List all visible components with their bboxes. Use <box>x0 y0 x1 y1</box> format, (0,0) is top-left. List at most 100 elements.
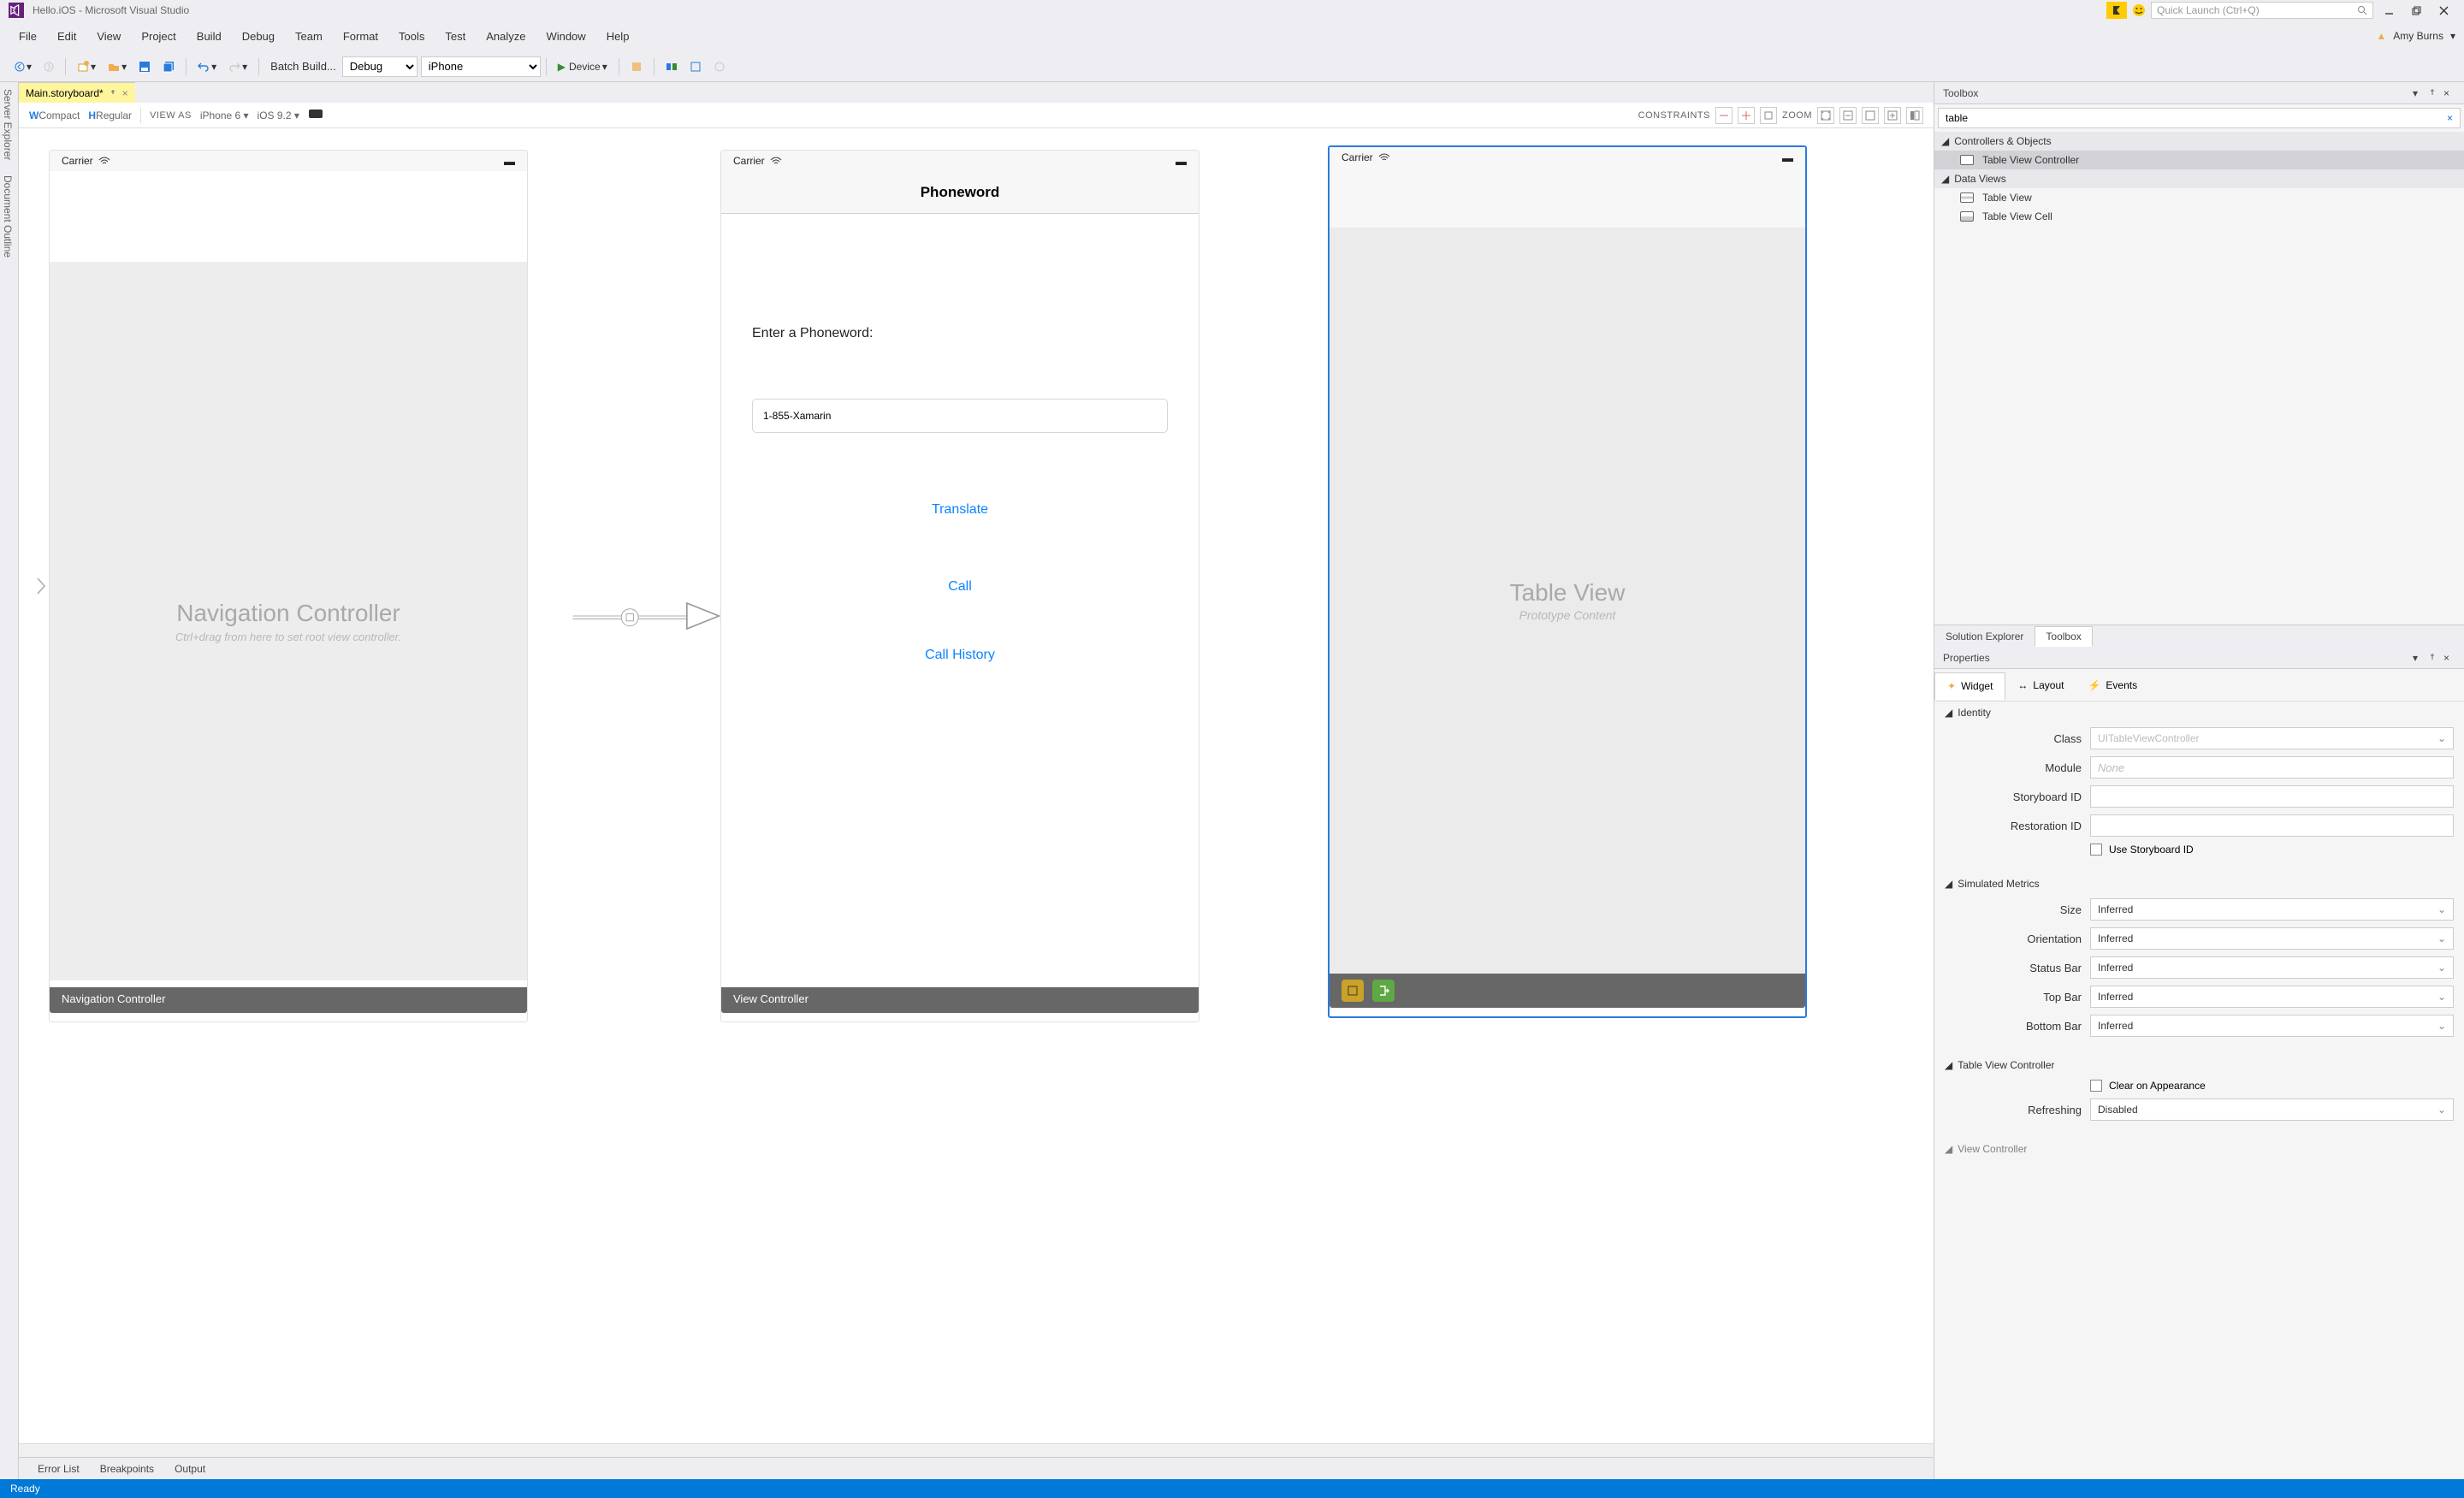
undo-button[interactable]: ▾ <box>192 57 222 76</box>
nav-fwd-button[interactable] <box>38 58 59 75</box>
section-table-view-controller[interactable]: ◢Table View Controller <box>1934 1054 2464 1076</box>
menu-project[interactable]: Project <box>131 25 186 48</box>
restoration-id-input[interactable] <box>2090 814 2454 837</box>
feedback-smile-icon[interactable] <box>2130 2 2147 19</box>
saveall-button[interactable] <box>157 57 180 76</box>
toolbox-item-tableviewcell[interactable]: Table View Cell <box>1934 207 2464 226</box>
tb-extra-1[interactable] <box>625 57 648 76</box>
menu-tools[interactable]: Tools <box>388 25 435 48</box>
menu-format[interactable]: Format <box>333 25 388 48</box>
segue-arrow-icon[interactable] <box>558 595 737 637</box>
table-view-controller-scene[interactable]: Carrier ▬ Table View Prototype Content <box>1328 145 1807 1018</box>
zoom-fit-button[interactable] <box>1817 107 1834 124</box>
tab-events[interactable]: ⚡Events <box>2076 672 2149 698</box>
batch-build-button[interactable]: Batch Build... <box>265 56 341 76</box>
view-controller-scene[interactable]: Carrier ▬ Phoneword Enter a Phoneword: 1… <box>720 150 1199 1022</box>
config-select[interactable]: Debug <box>342 56 418 77</box>
tab-layout[interactable]: ↔Layout <box>2005 672 2076 698</box>
scene-label-vc[interactable]: View Controller <box>721 987 1199 1013</box>
menu-file[interactable]: File <box>9 25 47 48</box>
topbar-select[interactable]: Inferred⌄ <box>2090 986 2454 1008</box>
zoom-in-button[interactable] <box>1884 107 1901 124</box>
close-tab-icon[interactable]: × <box>122 87 128 99</box>
tb-extra-4[interactable] <box>708 57 731 76</box>
menu-window[interactable]: Window <box>536 25 595 48</box>
statusbar-select[interactable]: Inferred⌄ <box>2090 956 2454 979</box>
orientation-icon[interactable] <box>308 109 323 121</box>
user-dropdown-icon[interactable]: ▾ <box>2450 30 2455 42</box>
save-button[interactable] <box>133 57 156 76</box>
new-project-button[interactable]: ▾ <box>72 57 101 76</box>
panel-dropdown-icon[interactable]: ▾ <box>2413 87 2425 99</box>
redo-button[interactable]: ▾ <box>223 57 252 76</box>
notification-flag-icon[interactable] <box>2106 2 2127 19</box>
toolbox-group-dataviews[interactable]: ◢Data Views <box>1934 169 2464 188</box>
section-identity[interactable]: ◢Identity <box>1934 702 2464 724</box>
nav-back-button[interactable]: ▾ <box>9 57 37 76</box>
storyboard-canvas[interactable]: Carrier ▬ Navigation Controller Ctrl+dra… <box>19 128 1934 1443</box>
scene-dock[interactable] <box>1330 974 1805 1008</box>
toolbox-search-input[interactable]: table × <box>1938 108 2461 128</box>
call-history-button[interactable]: Call History <box>752 638 1168 672</box>
orientation-select[interactable]: Inferred⌄ <box>2090 927 2454 950</box>
horizontal-scrollbar[interactable] <box>19 1443 1934 1457</box>
table-body-placeholder[interactable]: Table View Prototype Content <box>1330 228 1805 974</box>
tab-error-list[interactable]: Error List <box>27 1460 90 1478</box>
restore-button[interactable] <box>2404 2 2428 19</box>
zoom-100-button[interactable] <box>1862 107 1879 124</box>
enter-phoneword-label[interactable]: Enter a Phoneword: <box>752 326 873 341</box>
user-name[interactable]: Amy Burns <box>2393 30 2443 42</box>
section-view-controller[interactable]: ◢View Controller <box>1934 1138 2464 1160</box>
properties-body[interactable]: ◢Identity ClassUITableViewController⌄ Mo… <box>1934 702 2464 1479</box>
menu-team[interactable]: Team <box>285 25 333 48</box>
doc-tab-storyboard[interactable]: Main.storyboard* × <box>19 82 135 103</box>
storyboard-id-input[interactable] <box>2090 785 2454 808</box>
exit-icon[interactable] <box>1372 980 1395 1002</box>
side-tab-document-outline[interactable]: Document Outline <box>0 169 18 264</box>
panel-close-icon[interactable]: × <box>2443 652 2455 664</box>
menu-test[interactable]: Test <box>435 25 476 48</box>
size-select[interactable]: Inferred⌄ <box>2090 898 2454 921</box>
platform-select[interactable]: iPhone <box>421 56 541 77</box>
refreshing-select[interactable]: Disabled⌄ <box>2090 1098 2454 1121</box>
side-tab-server-explorer[interactable]: Server Explorer <box>0 82 18 167</box>
tb-extra-2[interactable] <box>660 57 683 76</box>
constraint-btn-2[interactable] <box>1738 107 1755 124</box>
use-storyboard-id-checkbox[interactable]: Use Storyboard ID <box>2090 844 2194 856</box>
section-simulated-metrics[interactable]: ◢Simulated Metrics <box>1934 873 2464 895</box>
panel-close-icon[interactable]: × <box>2443 87 2455 99</box>
close-button[interactable] <box>2431 2 2455 19</box>
menu-edit[interactable]: Edit <box>47 25 86 48</box>
menu-debug[interactable]: Debug <box>232 25 285 48</box>
clear-search-icon[interactable]: × <box>2447 112 2453 124</box>
quick-launch-input[interactable]: Quick Launch (Ctrl+Q) <box>2151 2 2373 19</box>
navigation-controller-scene[interactable]: Carrier ▬ Navigation Controller Ctrl+dra… <box>49 150 528 1022</box>
menu-view[interactable]: View <box>86 25 131 48</box>
panel-pin-icon[interactable] <box>2428 652 2440 664</box>
phoneword-text-field[interactable]: 1-855-Xamarin <box>752 399 1168 433</box>
clear-on-appearance-checkbox[interactable]: Clear on Appearance <box>2090 1080 2206 1092</box>
minimize-button[interactable] <box>2377 2 2401 19</box>
tab-toolbox[interactable]: Toolbox <box>2035 626 2092 647</box>
tab-widget[interactable]: ✦Widget <box>1934 672 2005 700</box>
device-select[interactable]: iPhone 6 ▾ <box>200 110 249 121</box>
panel-pin-icon[interactable] <box>2428 87 2440 99</box>
scene-label-nav[interactable]: Navigation Controller <box>50 987 527 1013</box>
translate-button[interactable]: Translate <box>752 493 1168 527</box>
constraint-btn-1[interactable] <box>1715 107 1732 124</box>
menu-help[interactable]: Help <box>596 25 640 48</box>
panel-dropdown-icon[interactable]: ▾ <box>2413 652 2425 664</box>
menu-analyze[interactable]: Analyze <box>476 25 536 48</box>
toolbox-group-controllers[interactable]: ◢Controllers & Objects <box>1934 132 2464 151</box>
tab-breakpoints[interactable]: Breakpoints <box>90 1460 164 1478</box>
zoom-out-button[interactable] <box>1839 107 1857 124</box>
tab-output[interactable]: Output <box>164 1460 216 1478</box>
bottombar-select[interactable]: Inferred⌄ <box>2090 1015 2454 1037</box>
pin-icon[interactable] <box>109 89 117 98</box>
first-responder-icon[interactable] <box>1342 980 1364 1002</box>
toolbox-item-tableview[interactable]: Table View <box>1934 188 2464 207</box>
ios-select[interactable]: iOS 9.2 ▾ <box>258 110 299 121</box>
toggle-layout-button[interactable] <box>1906 107 1923 124</box>
start-debug-button[interactable]: ▶Device▾ <box>553 57 613 76</box>
constraint-btn-3[interactable] <box>1760 107 1777 124</box>
